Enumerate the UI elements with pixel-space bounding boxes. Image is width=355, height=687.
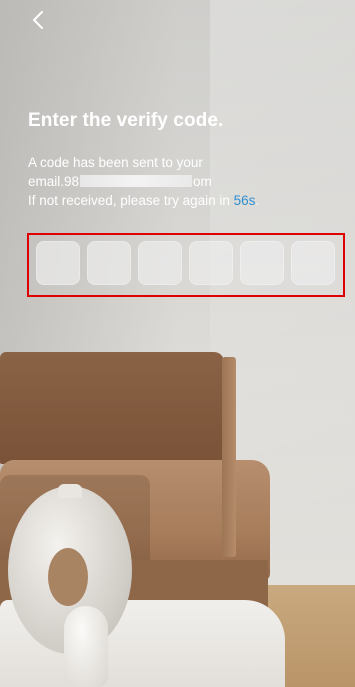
masked-email: email.98 om — [28, 172, 328, 191]
retry-notice: If not received, please try again in 56s… — [28, 191, 328, 210]
chevron-left-icon — [31, 10, 45, 30]
back-button[interactable] — [24, 6, 52, 34]
small-vase-image — [64, 606, 108, 687]
vase-hole-image — [48, 548, 88, 606]
verify-code-screen: Enter the verify code. A code has been s… — [0, 0, 355, 687]
code-digit-6[interactable] — [291, 241, 335, 285]
countdown-timer: 56s — [233, 193, 256, 208]
verify-description: A code has been sent to your email.98 om … — [28, 153, 328, 210]
email-mask — [80, 175, 193, 187]
retry-text: If not received, please try again in — [28, 193, 234, 208]
sofa-arm-image — [222, 357, 236, 557]
code-digit-1[interactable] — [36, 241, 80, 285]
page-title: Enter the verify code. — [28, 110, 224, 131]
code-digit-4[interactable] — [189, 241, 233, 285]
retry-suffix: . — [255, 193, 260, 208]
sofa-image — [0, 352, 224, 464]
sent-notice: A code has been sent to your — [28, 155, 203, 170]
code-digit-3[interactable] — [138, 241, 182, 285]
email-end: om — [193, 174, 212, 189]
vase-neck-image — [58, 484, 82, 498]
code-digit-5[interactable] — [240, 241, 284, 285]
code-digit-2[interactable] — [87, 241, 131, 285]
code-input-group — [36, 241, 335, 285]
email-start: email.98 — [28, 174, 80, 189]
